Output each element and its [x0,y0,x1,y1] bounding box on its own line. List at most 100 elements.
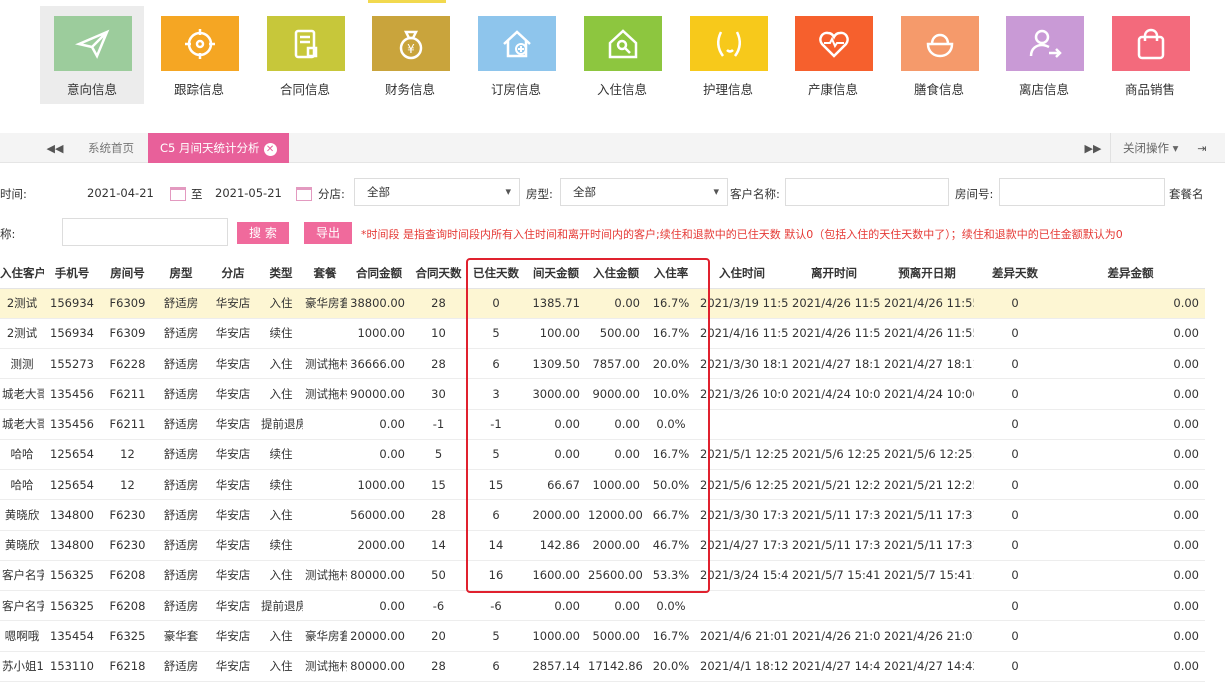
table-cell: 2021/4/6 21:01:4 [696,620,788,652]
table-row[interactable]: 城老大哥 135456 F6211 舒适房 华安店 入住 测试拖村 90000.00 30 3 30… [0,378,1205,410]
table-cell: 0 [974,439,1056,471]
calendar-icon[interactable] [170,187,186,201]
table-cell: 28 [411,651,466,682]
branch-select[interactable]: 全部 ▾ [354,178,520,206]
table-cell: F6211 [100,378,155,410]
table-cell: 0 [974,530,1056,561]
table-row[interactable]: 2测试 156934 F6309 舒适房 华安店 入住 豪华房套 38800.00 28 0 138… [0,288,1205,319]
date-from-input[interactable]: 2021-04-21 [87,186,154,200]
user-leave-icon [1006,16,1084,71]
table-row[interactable]: 城老大哥 135456 F6211 舒适房 华安店 提前退房 0.00 -1 -1 0.00 0.0… [0,409,1205,440]
package-input[interactable] [62,218,228,246]
room-no-input[interactable] [999,178,1165,206]
table-cell: 0 [974,378,1056,410]
column-header: 入住金额 [586,258,646,289]
table-row[interactable]: 苏小姐11153110F6218舒适房华安店入住测试拖村80000.002862… [0,651,1205,682]
nav-item[interactable]: 订房信息 [464,6,568,104]
table-cell: 6 [466,348,526,380]
table-cell: 嗯啊哦 [0,620,44,652]
nav-item[interactable]: 产康信息 [781,6,885,104]
table-cell: 2021/4/26 11:55 [788,288,880,319]
nav-item[interactable]: 意向信息 [40,6,144,104]
nav-item[interactable]: 入住信息 [570,6,674,104]
table-cell: 城老大哥 [0,409,44,440]
table-cell: 2000.00 [586,530,646,561]
close-tab-icon[interactable]: ✕ [263,143,277,156]
calendar-icon[interactable] [296,187,312,201]
table-cell: 50 [411,560,466,592]
nav-item[interactable]: 离店信息 [992,6,1096,104]
table-cell: 舒适房 [155,530,207,561]
table-cell: 测试拖村 [303,651,347,682]
table-cell: F6309 [100,288,155,319]
scroll-left-icon[interactable]: ◀◀ [38,133,72,163]
table-cell: 15 [411,469,466,501]
table-cell: 2021/4/26 11:55 [788,318,880,350]
table-cell: 80000.00 [347,560,411,592]
room-no-label: 房间号: [955,187,994,201]
tab-home[interactable]: 系统首页 [76,133,146,163]
table-cell: 153110 [44,651,100,682]
tab-monthly-stats[interactable]: C5 月间天统计分析 ✕ [148,133,289,163]
table-cell: F6208 [100,590,155,622]
table-cell: 0.00 [586,590,646,622]
export-button[interactable]: 导出 [304,222,353,244]
search-button[interactable]: 搜 索 [237,222,289,244]
table-row[interactable]: 测测 155273 F6228 舒适房 华安店 入住 测试拖村 36666.00 28 6 1309… [0,348,1205,380]
table-cell: -1 [411,409,466,440]
table-cell: 0 [974,620,1056,652]
table-cell: 156325 [44,560,100,592]
table-cell: 10.0% [646,378,696,410]
table-cell: 80000.00 [347,651,411,682]
table-cell: 2021/3/24 15:41 [696,560,788,592]
exit-icon[interactable]: ⇥ [1192,133,1212,163]
table-cell: 0.00 [347,590,411,622]
close-operations-dropdown[interactable]: 关闭操作 ▾ [1110,133,1178,163]
table-row[interactable]: 嗯啊哦 135454 F6325 豪华套 华安店 入住 豪华房套 20000.00 20 5 100… [0,620,1205,652]
nav-item[interactable]: 合同信息 [253,6,357,104]
table-cell: 5 [466,439,526,471]
table-row[interactable]: 2测试 156934 F6309 舒适房 华安店 续住 1000.00 10 5 100.00 50… [0,318,1205,350]
table-cell: 0.00 [1056,409,1205,440]
table-cell: 16.7% [646,620,696,652]
date-to-input[interactable]: 2021-05-21 [215,186,282,200]
table-row[interactable]: 黄晓欣 134800 F6230 舒适房 华安店 入住 56000.00 28 6 2000.00… [0,499,1205,531]
table-cell: 2021/4/27 17:31 [696,530,788,561]
table-row[interactable]: 哈哈 125654 12 舒适房 华安店 续住 0.00 5 5 0.00 0.00 16.7% 202… [0,439,1205,471]
table-cell: 46.7% [646,530,696,561]
nav-item[interactable]: 护理信息 [676,6,780,104]
table-cell: 华安店 [207,530,259,561]
table-cell: 2021/3/30 18:11 [696,348,788,380]
table-cell: 3 [466,378,526,410]
table-cell: 0.00 [1056,499,1205,531]
customer-input[interactable] [785,178,949,206]
table-cell: 1309.50 [526,348,586,380]
nav-item[interactable]: 膳食信息 [887,6,991,104]
table-cell: 134800 [44,530,100,561]
table-cell: 舒适房 [155,378,207,410]
nav-item[interactable]: 跟踪信息 [147,6,251,104]
package-label-cont: 称: [0,227,16,241]
branch-label: 分店: [318,187,345,201]
table-cell: 1000.00 [347,318,411,350]
table-cell: 0.00 [1056,590,1205,622]
scroll-right-icon[interactable]: ▶▶ [1076,133,1110,163]
table-cell: 14 [411,530,466,561]
table-cell: 6 [466,651,526,682]
table-row[interactable]: 黄晓欣 134800 F6230 舒适房 华安店 续住 2000.00 14 14 142.86 2… [0,530,1205,561]
table-cell: 入住 [259,620,303,652]
table-cell: 14 [466,530,526,561]
table-cell: 舒适房 [155,651,207,682]
room-type-select[interactable]: 全部 ▾ [560,178,728,206]
nav-item[interactable]: 商品销售 [1098,6,1202,104]
table-cell: F6230 [100,530,155,561]
nav-item[interactable]: ¥ 财务信息 [358,6,462,104]
table-cell: 2021/5/6 12:25:1 [880,439,974,471]
table-cell: 0.00 [1056,378,1205,410]
table-row[interactable]: 哈哈 125654 12 舒适房 华安店 续住 1000.00 15 15 66.67 1000.0… [0,469,1205,501]
table-cell [788,409,880,440]
column-header: 入住客户 [0,258,44,289]
table-row[interactable]: 客户名字 156325 F6208 舒适房 华安店 入住 测试拖村 80000.00 50 16 1… [0,560,1205,592]
table-cell: 舒适房 [155,590,207,622]
table-row[interactable]: 客户名字 156325 F6208 舒适房 华安店 提前退房 0.00 -6 -6 0.00 0.0… [0,590,1205,622]
